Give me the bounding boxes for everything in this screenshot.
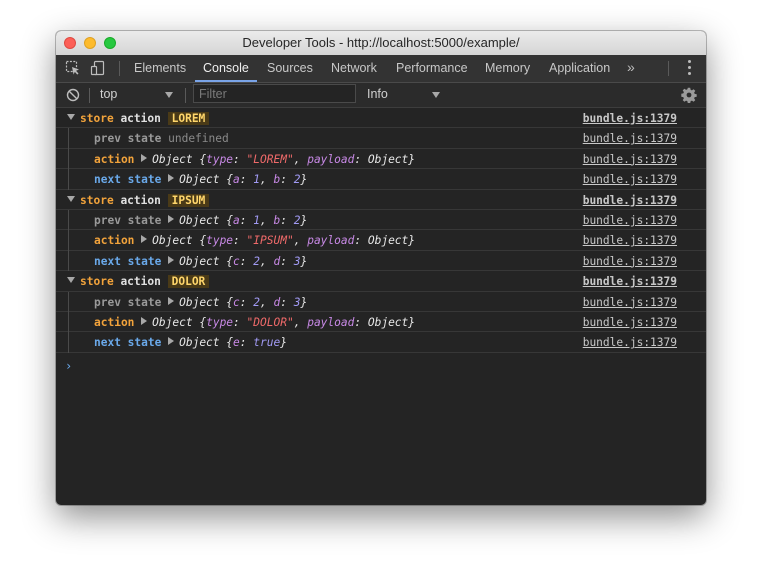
group-title: store action IPSUM xyxy=(80,193,210,207)
log-message: prev state Object {a: 1, b: 2} xyxy=(94,213,308,227)
log-row: action Object {type: "LOREM", payload: O… xyxy=(56,148,706,170)
source-link[interactable]: bundle.js:1379 xyxy=(583,296,677,309)
action-name-badge: IPSUM xyxy=(167,193,210,207)
log-message: prev state Object {c: 2, d: 3} xyxy=(94,295,308,309)
disclosure-triangle-icon[interactable] xyxy=(67,114,75,120)
console-prompt-row[interactable]: › xyxy=(56,353,706,377)
console-output: store action LOREM bundle.js:1379 prev s… xyxy=(56,108,706,505)
log-message: action Object {type: "LOREM", payload: O… xyxy=(94,152,416,166)
expand-object-icon[interactable] xyxy=(168,296,175,305)
log-group-header[interactable]: store action LOREM bundle.js:1379 xyxy=(56,108,706,129)
log-message: action Object {type: "DOLOR", payload: O… xyxy=(94,315,416,329)
chevron-down-icon xyxy=(432,92,440,98)
tab-network[interactable]: Network xyxy=(331,55,377,81)
source-link[interactable]: bundle.js:1379 xyxy=(583,112,677,125)
chevron-double-right-icon[interactable]: » xyxy=(627,59,635,75)
tab-application[interactable]: Application xyxy=(549,55,610,81)
toolbar-divider xyxy=(185,88,186,103)
source-link[interactable]: bundle.js:1379 xyxy=(583,234,677,247)
source-link[interactable]: bundle.js:1379 xyxy=(583,153,677,166)
log-message: next state Object {a: 1, b: 2} xyxy=(94,173,308,187)
context-select[interactable]: top xyxy=(100,87,117,101)
tab-sources[interactable]: Sources xyxy=(267,55,313,81)
log-message: action Object {type: "IPSUM", payload: O… xyxy=(94,234,416,248)
source-link[interactable]: bundle.js:1379 xyxy=(583,214,677,227)
log-row: prev state undefined bundle.js:1379 xyxy=(56,128,706,149)
chevron-down-icon xyxy=(165,92,173,98)
log-row: action Object {type: "DOLOR", payload: O… xyxy=(56,311,706,333)
action-name-badge: LOREM xyxy=(167,112,210,125)
source-link[interactable]: bundle.js:1379 xyxy=(583,275,677,288)
cursor-inspect-icon[interactable] xyxy=(65,60,81,76)
source-link[interactable]: bundle.js:1379 xyxy=(583,255,677,268)
toolbar-divider xyxy=(89,88,90,103)
log-message: prev state undefined xyxy=(94,132,229,146)
clear-console-icon[interactable] xyxy=(65,87,81,103)
log-message: next state Object {e: true} xyxy=(94,336,287,350)
window-title: Developer Tools - http://localhost:5000/… xyxy=(242,35,520,50)
log-row: prev state Object {a: 1, b: 2} bundle.js… xyxy=(56,209,706,231)
tab-memory[interactable]: Memory xyxy=(485,55,530,81)
group-title: store action DOLOR xyxy=(80,275,210,289)
filter-input[interactable] xyxy=(193,84,356,103)
expand-object-icon[interactable] xyxy=(168,255,175,264)
source-link[interactable]: bundle.js:1379 xyxy=(583,336,677,349)
tab-performance[interactable]: Performance xyxy=(396,55,468,81)
log-row: next state Object {c: 2, d: 3} bundle.js… xyxy=(56,250,706,272)
log-level-select[interactable]: Info xyxy=(367,87,388,101)
source-link[interactable]: bundle.js:1379 xyxy=(583,173,677,186)
source-link[interactable]: bundle.js:1379 xyxy=(583,194,677,207)
log-row: action Object {type: "IPSUM", payload: O… xyxy=(56,230,706,251)
expand-object-icon[interactable] xyxy=(168,174,175,183)
kebab-menu-icon[interactable] xyxy=(688,60,692,76)
devtools-window: Developer Tools - http://localhost:5000/… xyxy=(56,31,706,505)
tab-elements[interactable]: Elements xyxy=(134,55,186,81)
prompt-chevron-icon: › xyxy=(65,358,73,373)
log-row: next state Object {a: 1, b: 2} bundle.js… xyxy=(56,169,706,190)
log-message: next state Object {c: 2, d: 3} xyxy=(94,254,308,268)
tab-console[interactable]: Console xyxy=(195,55,257,82)
disclosure-triangle-icon[interactable] xyxy=(67,277,75,284)
device-toggle-icon[interactable] xyxy=(90,60,106,76)
source-link[interactable]: bundle.js:1379 xyxy=(583,132,677,145)
source-link[interactable]: bundle.js:1379 xyxy=(583,316,677,329)
log-group-header[interactable]: store action DOLOR bundle.js:1379 xyxy=(56,271,706,292)
expand-object-icon[interactable] xyxy=(141,153,148,162)
log-row: next state Object {e: true} bundle.js:13… xyxy=(56,332,706,353)
group-title: store action LOREM xyxy=(80,112,210,125)
expand-object-icon[interactable] xyxy=(168,337,175,346)
console-toolbar: top Info xyxy=(56,83,706,108)
expand-object-icon[interactable] xyxy=(141,316,148,325)
log-group-header[interactable]: store action IPSUM bundle.js:1379 xyxy=(56,190,706,210)
expand-object-icon[interactable] xyxy=(168,214,175,223)
disclosure-triangle-icon[interactable] xyxy=(67,195,75,202)
panel-tabs-bar: Elements Console Sources Network Perform… xyxy=(56,55,706,83)
title-bar: Developer Tools - http://localhost:5000/… xyxy=(56,31,706,56)
action-name-badge: DOLOR xyxy=(167,275,210,289)
log-row: prev state Object {c: 2, d: 3} bundle.js… xyxy=(56,291,706,312)
toolbar-divider xyxy=(668,61,669,76)
expand-object-icon[interactable] xyxy=(141,235,148,244)
toolbar-divider xyxy=(119,61,120,76)
gear-icon[interactable] xyxy=(681,87,697,103)
